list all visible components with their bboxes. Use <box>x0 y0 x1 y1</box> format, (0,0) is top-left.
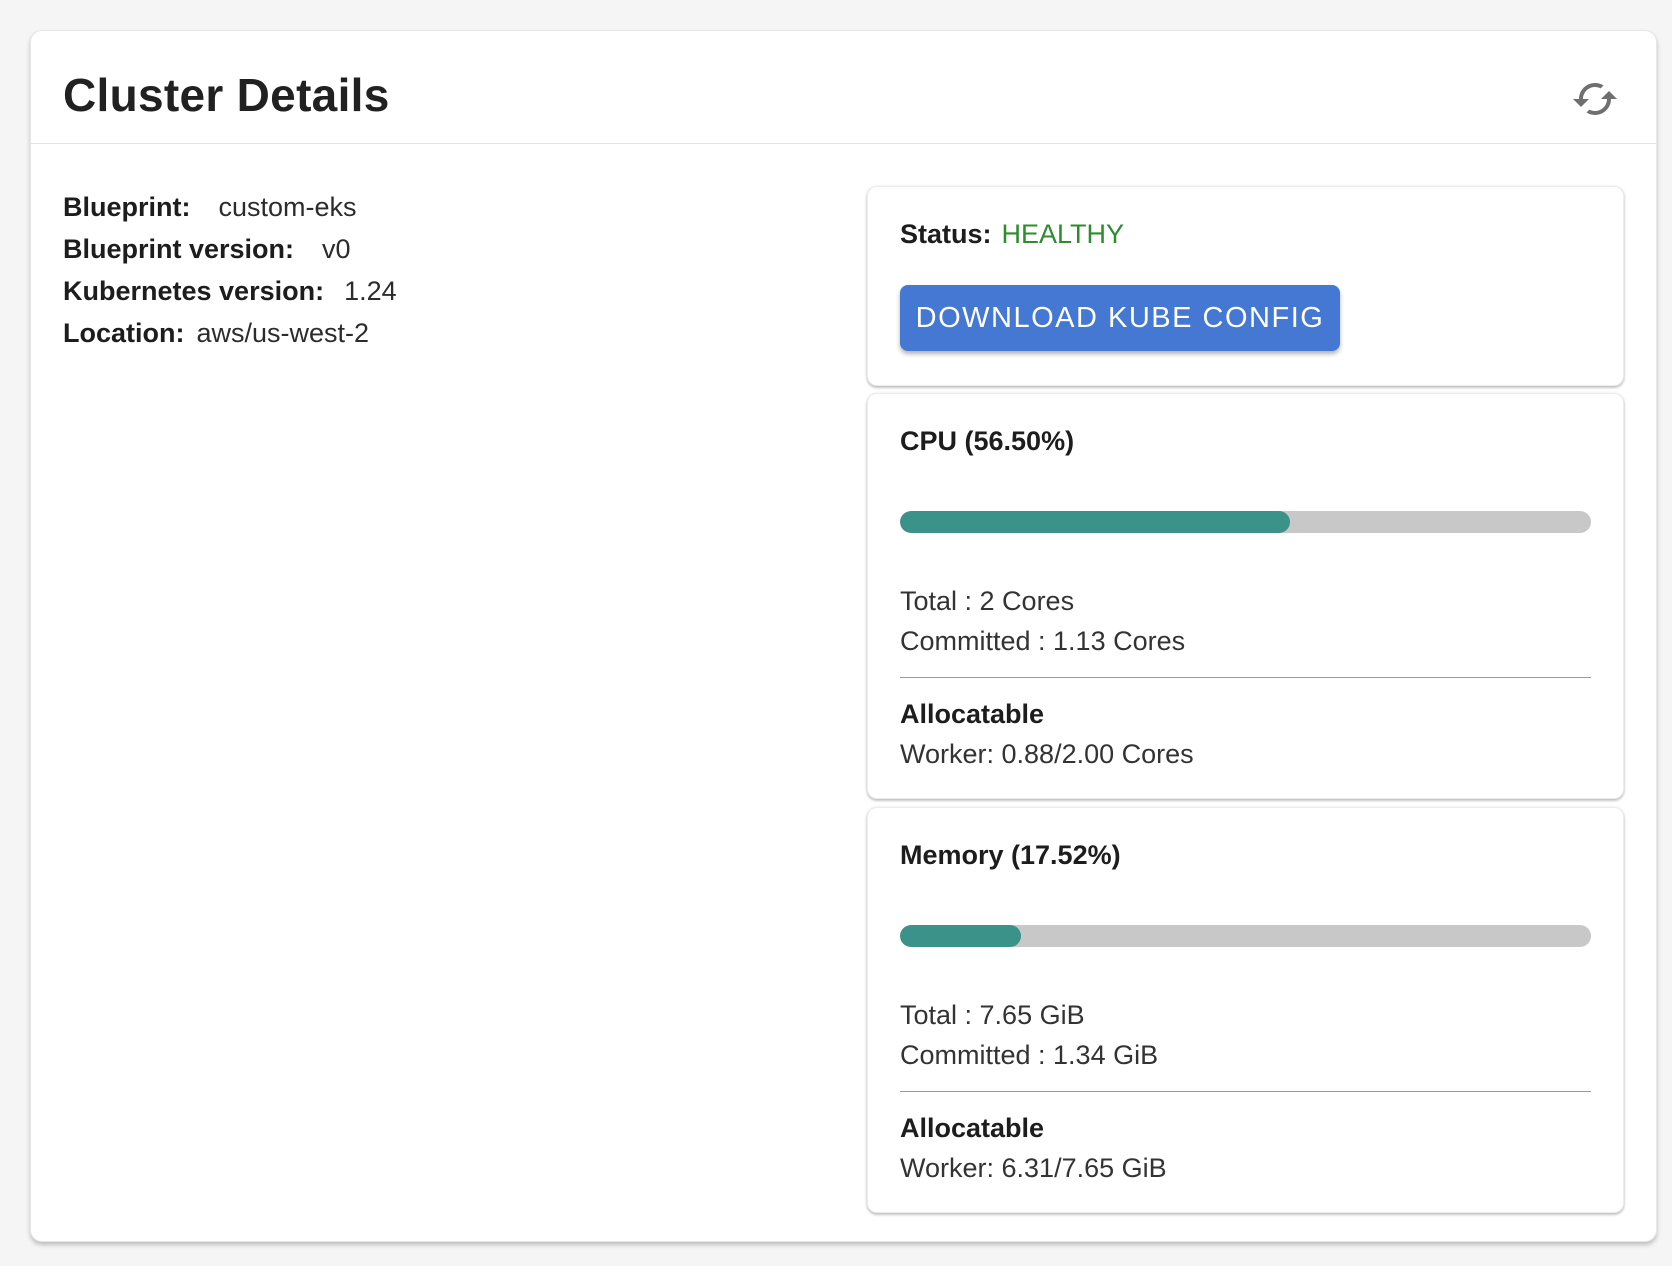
status-label: Status: <box>900 219 992 249</box>
cpu-total: Total : 2 Cores <box>900 581 1591 621</box>
cluster-details-card: Cluster Details Blueprint:custom-eks Bl <box>30 30 1657 1242</box>
memory-progress-fill <box>900 925 1021 947</box>
divider <box>900 677 1591 678</box>
info-row-kubernetes-version: Kubernetes version: 1.24 <box>63 270 867 312</box>
cpu-allocatable-worker: Worker: 0.88/2.00 Cores <box>900 734 1591 774</box>
info-row-blueprint-version: Blueprint version: v0 <box>63 228 867 270</box>
cpu-title: CPU (56.50%) <box>900 424 1591 458</box>
card-body: Blueprint: custom-eks Blueprint version: v… <box>31 144 1656 1221</box>
info-row-blueprint: Blueprint: custom-eks <box>63 186 867 228</box>
memory-progress-bar <box>900 925 1591 947</box>
cpu-progress-bar <box>900 511 1591 533</box>
info-label: Kubernetes version: <box>63 276 324 306</box>
info-value: aws/us-west-2 <box>197 318 370 348</box>
info-label: Blueprint version: <box>63 234 294 264</box>
memory-allocatable-worker: Worker: 6.31/7.65 GiB <box>900 1148 1591 1188</box>
cpu-panel: CPU (56.50%) Total : 2 Cores Committed :… <box>867 393 1624 799</box>
cpu-committed: Committed : 1.13 Cores <box>900 621 1591 661</box>
info-label: Location: <box>63 318 185 348</box>
card-header: Cluster Details <box>31 31 1656 144</box>
status-badge: HEALTHY <box>1002 219 1125 249</box>
refresh-button[interactable] <box>1570 75 1620 125</box>
info-value: custom-eks <box>219 192 357 222</box>
cpu-allocatable-label: Allocatable <box>900 694 1591 734</box>
status-panel: Status: HEALTHY DOWNLOAD KUBE CONFIG <box>867 186 1624 386</box>
info-row-location: Location: aws/us-west-2 <box>63 312 867 354</box>
memory-totals: Total : 7.65 GiB Committed : 1.34 GiB <box>900 995 1591 1075</box>
cluster-info: Blueprint: custom-eks Blueprint version: v… <box>63 186 867 1221</box>
right-column: Status: HEALTHY DOWNLOAD KUBE CONFIG CPU … <box>867 186 1624 1221</box>
refresh-icon <box>1571 75 1619 126</box>
info-value: 1.24 <box>344 276 397 306</box>
memory-committed: Committed : 1.34 GiB <box>900 1035 1591 1075</box>
info-label: Blueprint: <box>63 192 191 222</box>
page: Cluster Details Blueprint:custom-eks Bl <box>0 0 1672 1266</box>
memory-total: Total : 7.65 GiB <box>900 995 1591 1035</box>
cpu-progress-fill <box>900 511 1290 533</box>
divider <box>900 1091 1591 1092</box>
download-kube-config-button[interactable]: DOWNLOAD KUBE CONFIG <box>900 285 1340 351</box>
info-value: v0 <box>322 234 351 264</box>
memory-allocatable-label: Allocatable <box>900 1108 1591 1148</box>
cpu-totals: Total : 2 Cores Committed : 1.13 Cores <box>900 581 1591 661</box>
memory-title: Memory (17.52%) <box>900 838 1591 872</box>
page-title: Cluster Details <box>63 68 390 122</box>
memory-panel: Memory (17.52%) Total : 7.65 GiB Committ… <box>867 807 1624 1213</box>
status-line: Status: HEALTHY <box>900 217 1591 251</box>
